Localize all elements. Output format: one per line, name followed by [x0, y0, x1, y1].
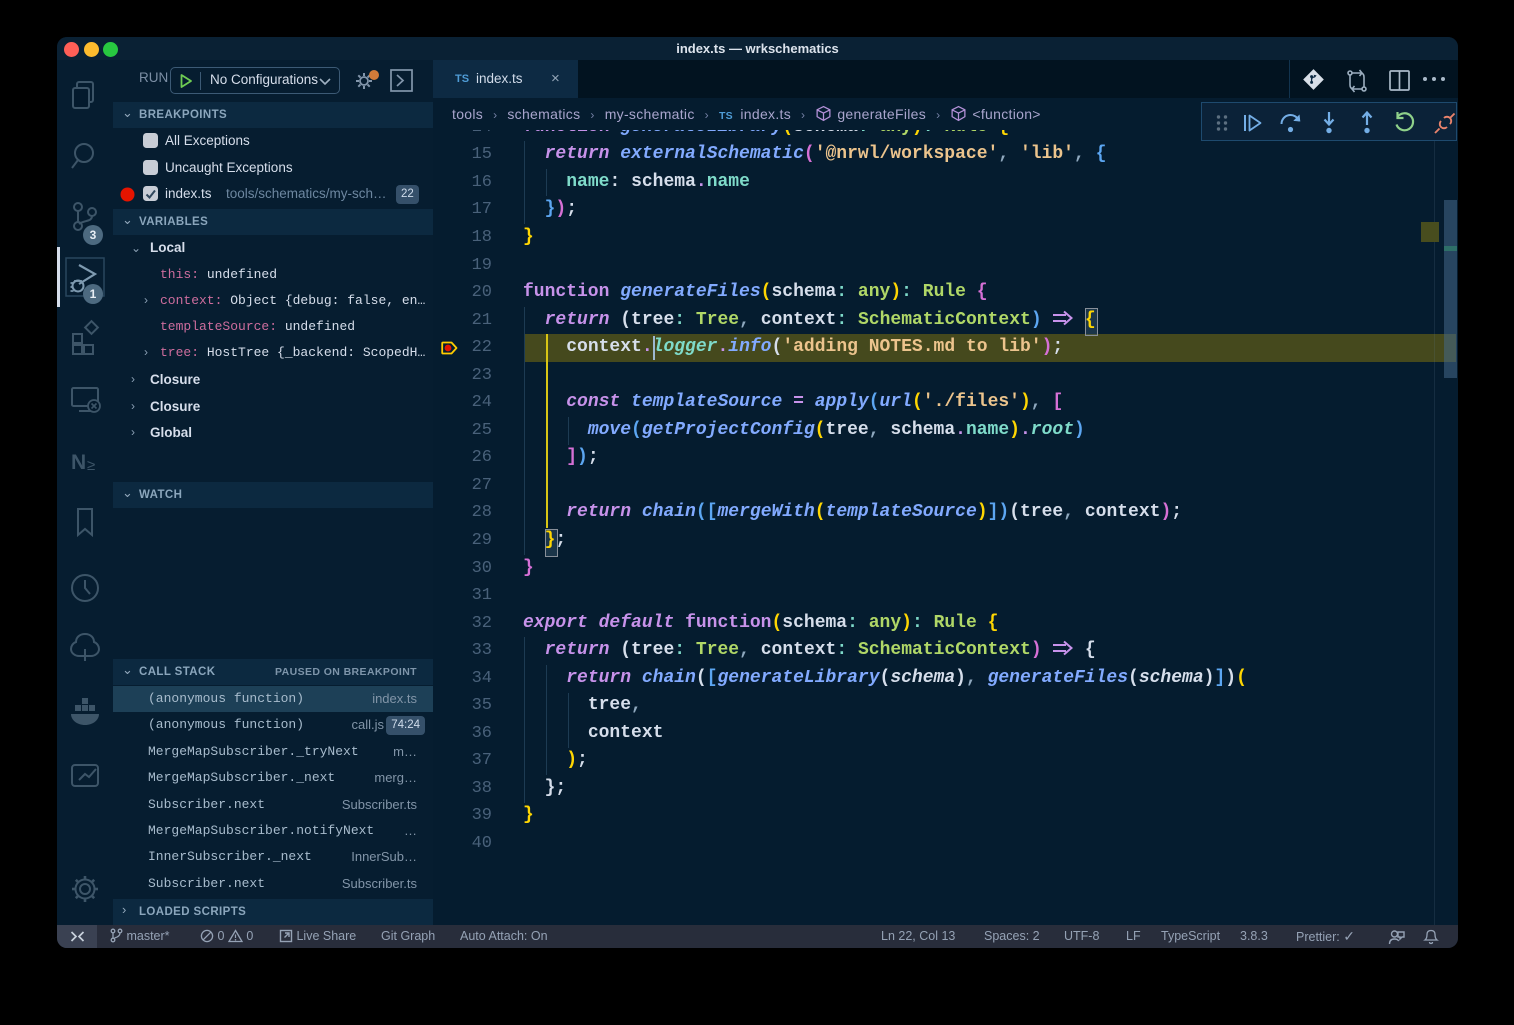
svg-text:N: N [71, 451, 86, 474]
svg-text:≥: ≥ [87, 457, 95, 474]
